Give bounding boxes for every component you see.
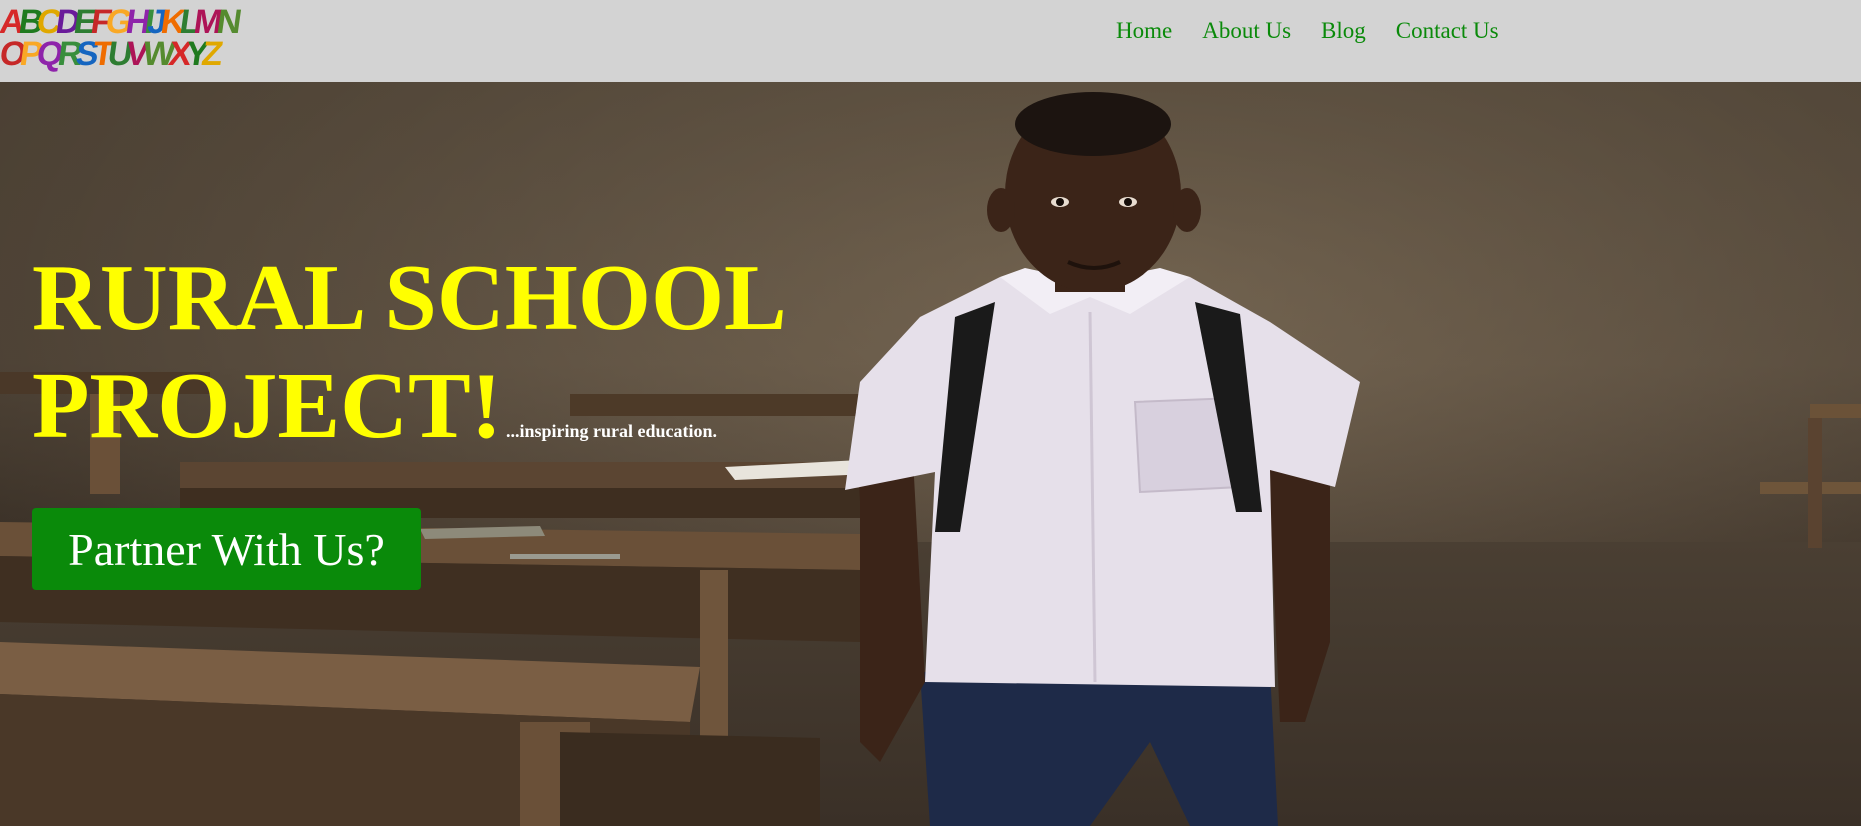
logo-row-1: ABCDEFGHIJKLMN xyxy=(0,3,284,41)
nav-home-link[interactable]: Home xyxy=(1116,14,1172,48)
nav-blog-link[interactable]: Blog xyxy=(1321,14,1366,48)
alphabet-logo[interactable]: ABCDEFGHIJKLMN OPQRSTUVWXYZ xyxy=(0,3,284,73)
hero-title-line-2-text: PROJECT! xyxy=(32,354,502,458)
logo-row-2: OPQRSTUVWXYZ xyxy=(0,35,284,73)
hero-section: RURAL SCHOOL PROJECT! ...inspiring rural … xyxy=(0,82,1861,826)
right-desk xyxy=(1760,404,1861,548)
site-header: ABCDEFGHIJKLMN OPQRSTUVWXYZ Home About U… xyxy=(0,0,1861,82)
logo-letter: Z xyxy=(199,35,220,73)
boy-figure xyxy=(845,92,1360,826)
nav-contact-us-link[interactable]: Contact Us xyxy=(1396,14,1499,48)
logo-letter: N xyxy=(214,3,239,41)
partner-with-us-button[interactable]: Partner With Us? xyxy=(32,508,421,590)
main-nav: Home About Us Blog Contact Us xyxy=(1116,14,1529,48)
nav-about-us-link[interactable]: About Us xyxy=(1202,14,1291,48)
hero-title-line-2: PROJECT! ...inspiring rural education. xyxy=(32,352,787,485)
hero-tagline: ...inspiring rural education. xyxy=(506,421,718,441)
front-desk xyxy=(0,642,820,826)
hero-title-line-1: RURAL SCHOOL xyxy=(32,246,787,350)
hero-title: RURAL SCHOOL PROJECT! ...inspiring rural … xyxy=(32,244,787,485)
